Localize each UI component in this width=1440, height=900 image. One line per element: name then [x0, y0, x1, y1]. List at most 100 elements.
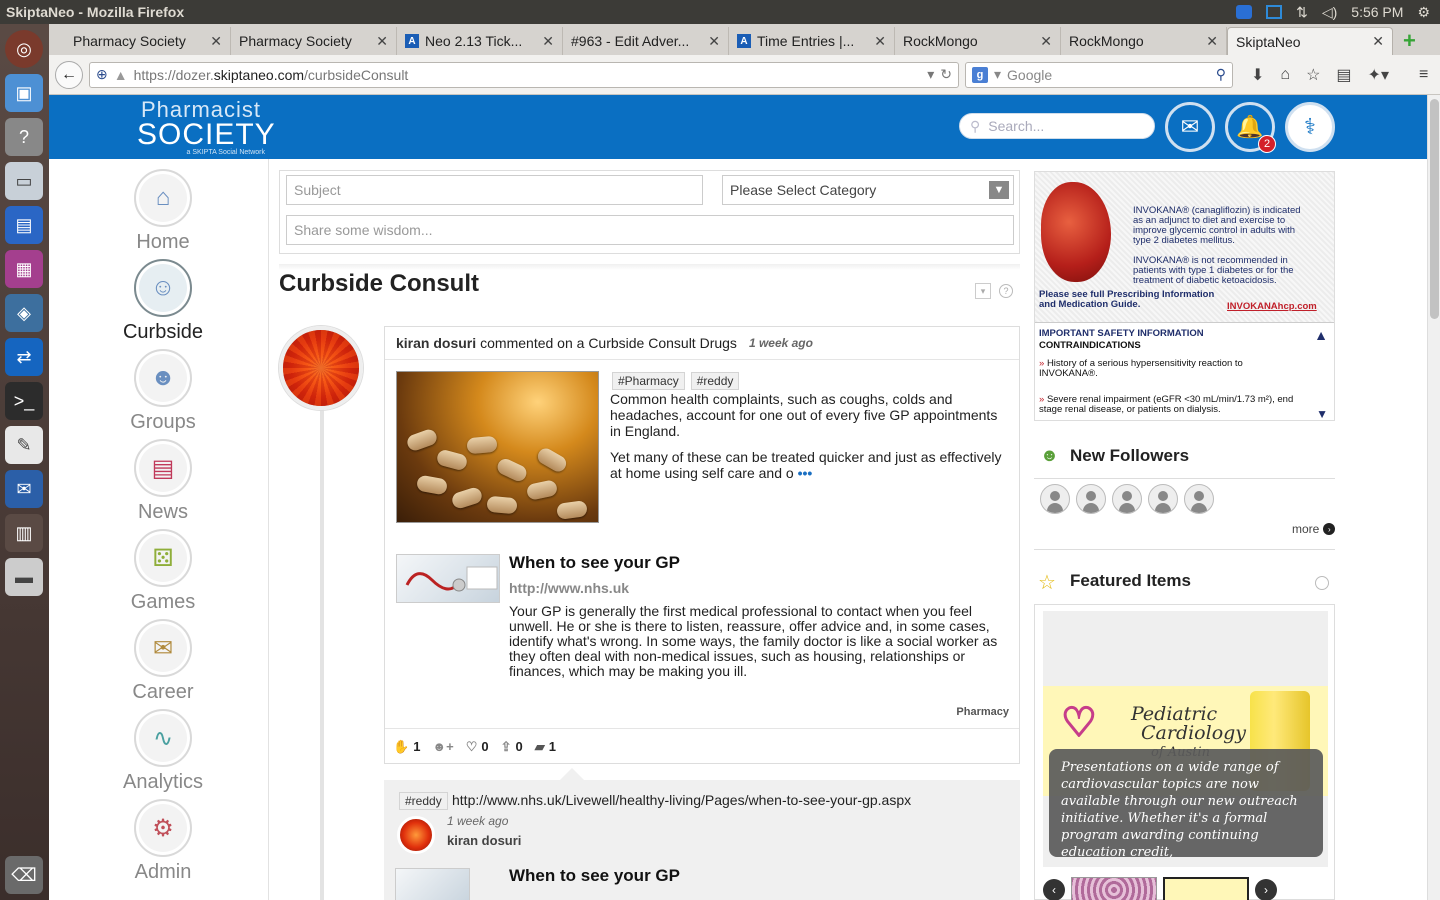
close-icon[interactable]: ✕ — [1372, 33, 1384, 50]
help-icon[interactable] — [1315, 576, 1329, 590]
profile-caduceus-icon[interactable]: ⚕ — [1285, 102, 1335, 152]
filter-dropdown-icon[interactable]: ▾ — [975, 283, 991, 299]
gear-icon[interactable]: ⚙ — [1417, 4, 1430, 21]
address-bar[interactable]: ⊕ ▲ https://dozer.skiptaneo.com/curbside… — [89, 61, 959, 88]
close-icon[interactable]: ✕ — [1040, 33, 1052, 50]
browser-tab[interactable]: A Neo 2.13 Tick... ✕ — [397, 27, 563, 55]
commenter-name[interactable]: kiran dosuri — [447, 833, 521, 848]
new-tab-icon[interactable]: + — [1393, 27, 1426, 55]
post-category[interactable]: Pharmacy — [956, 706, 1009, 718]
agree-button[interactable]: ✋ 1 — [393, 739, 420, 755]
browser-tab[interactable]: RockMongo ✕ — [1061, 27, 1227, 55]
ubuntu-dash-icon[interactable]: ◎ — [5, 30, 43, 68]
chevron-left-icon[interactable]: ‹ — [1043, 879, 1065, 900]
comment-link-image[interactable] — [395, 868, 470, 900]
help-icon[interactable]: ? — [999, 284, 1013, 298]
close-icon[interactable]: ✕ — [376, 33, 388, 50]
dropbox-icon[interactable] — [1236, 5, 1253, 19]
comment-url-link[interactable]: http://www.nhs.uk/Livewell/healthy-livin… — [452, 792, 911, 808]
nav-item-games[interactable]: ⚄ Games — [83, 529, 243, 614]
nav-item-admin[interactable]: ⚙ Admin — [83, 799, 243, 884]
trash-icon[interactable]: ⌫ — [5, 856, 43, 894]
dropdown-arrow-icon[interactable]: ▾ — [927, 66, 934, 83]
followers-more-link[interactable]: more › — [1292, 522, 1336, 536]
addon-icon[interactable]: ✦▾ — [1368, 65, 1389, 85]
carousel-thumb[interactable] — [1163, 877, 1249, 900]
messages-chat-icon[interactable]: ✉ — [1165, 102, 1215, 152]
network-icon[interactable]: ⇅ — [1296, 4, 1308, 21]
mail-icon[interactable] — [1266, 5, 1283, 19]
link-preview-image[interactable] — [396, 554, 500, 603]
cube-app-icon[interactable]: ▣ — [5, 74, 43, 112]
post-author-link[interactable]: kiran dosuri — [396, 335, 476, 351]
browser-tab[interactable]: Pharmacy Society ✕ — [231, 27, 397, 55]
ad-scroll-up-icon[interactable]: ▲ — [1314, 327, 1328, 343]
share-button[interactable]: ⇪ 0 — [501, 739, 523, 755]
featured-slide[interactable]: ♡ Pediatric Cardiology of Austin Present… — [1043, 611, 1328, 867]
wisdom-textarea[interactable]: Share some wisdom... — [286, 215, 1014, 245]
search-engine-dropdown-icon[interactable]: ▾ — [994, 66, 1001, 83]
impress-icon[interactable]: ▦ — [5, 250, 43, 288]
browser-search-input[interactable]: Google — [1007, 67, 1210, 83]
subject-input[interactable]: Subject — [286, 175, 703, 205]
nav-item-home[interactable]: ⌂ Home — [83, 169, 243, 254]
thunderbird-icon[interactable]: ✉ — [5, 470, 43, 508]
close-icon[interactable]: ✕ — [708, 33, 720, 50]
nav-item-news[interactable]: ▤ News — [83, 439, 243, 524]
comment-tag-reddy[interactable]: #reddy — [399, 792, 448, 810]
follower-avatar[interactable] — [1040, 484, 1070, 514]
like-button[interactable]: ♡ 0 — [466, 739, 489, 755]
bookmark-star-icon[interactable]: ☆ — [1306, 65, 1320, 85]
nav-item-career[interactable]: ✉ Career — [83, 619, 243, 704]
follower-avatar[interactable] — [1148, 484, 1178, 514]
terminal-icon[interactable]: >_ — [5, 382, 43, 420]
menu-icon[interactable]: ≡ — [1419, 66, 1428, 84]
site-search-input[interactable]: ⚲ Search... — [959, 113, 1155, 139]
reload-icon[interactable]: ↻ — [940, 66, 952, 83]
invokana-ad[interactable]: INVOKANA® (canagliflozin) is indicated a… — [1034, 171, 1335, 421]
teamviewer-icon[interactable]: ⇄ — [5, 338, 43, 376]
link-preview-url[interactable]: http://www.nhs.uk — [509, 580, 629, 596]
search-icon[interactable]: ⚲ — [1216, 66, 1226, 83]
browser-tab[interactable]: A Time Entries |... ✕ — [729, 27, 895, 55]
author-avatar[interactable] — [279, 326, 363, 410]
ad-scroll-down-icon[interactable]: ▼ — [1316, 407, 1328, 420]
writer-icon[interactable]: ▤ — [5, 206, 43, 244]
post-image-pills[interactable] — [396, 371, 599, 523]
workspace-switcher-icon[interactable]: ▥ — [5, 514, 43, 552]
follower-avatar[interactable] — [1112, 484, 1142, 514]
page-scrollbar[interactable] — [1427, 95, 1440, 900]
text-editor-icon[interactable]: ✎ — [5, 426, 43, 464]
close-icon[interactable]: ✕ — [874, 33, 886, 50]
back-arrow-icon[interactable]: ← — [55, 60, 83, 89]
chevron-right-icon[interactable]: › — [1255, 879, 1277, 900]
read-more-link[interactable]: ••• — [798, 465, 813, 481]
browser-tab[interactable]: RockMongo ✕ — [895, 27, 1061, 55]
site-identity-icon[interactable]: ⊕ — [96, 66, 108, 83]
drive-icon[interactable]: ▬ — [5, 558, 43, 596]
bookmarks-list-icon[interactable]: ▤ — [1336, 65, 1351, 85]
follow-button[interactable]: ☻+ — [432, 739, 453, 754]
nav-item-curbside[interactable]: ☺ Curbside — [83, 259, 243, 344]
notifications-bell-icon[interactable]: 🔔 2 — [1225, 102, 1276, 153]
volume-icon[interactable]: ◁) — [1322, 4, 1337, 21]
scrollbar-thumb[interactable] — [1430, 99, 1439, 319]
browser-tab[interactable]: Pharmacy Society ✕ — [65, 27, 231, 55]
comment-button[interactable]: ▰ 1 — [535, 739, 556, 755]
tag-reddy[interactable]: #reddy — [690, 372, 740, 390]
clock[interactable]: 5:56 PM — [1351, 4, 1403, 20]
tag-pharmacy[interactable]: #Pharmacy — [612, 372, 685, 390]
category-select[interactable]: Please Select Category ▼ — [722, 175, 1014, 205]
mysql-workbench-icon[interactable]: ◈ — [5, 294, 43, 332]
browser-tab[interactable]: #963 - Edit Adver... ✕ — [563, 27, 729, 55]
download-icon[interactable]: ⬇ — [1251, 65, 1264, 85]
close-icon[interactable]: ✕ — [1206, 33, 1218, 50]
site-logo[interactable]: Pharmacist SOCIETY a SKIPTA Social Netwo… — [137, 99, 275, 157]
close-icon[interactable]: ✕ — [542, 33, 554, 50]
follower-avatar[interactable] — [1076, 484, 1106, 514]
unknown-app-icon[interactable]: ? — [5, 118, 43, 156]
google-engine-icon[interactable]: g — [972, 66, 988, 83]
comment-link-title[interactable]: When to see your GP — [509, 866, 680, 886]
commenter-avatar[interactable] — [397, 816, 435, 854]
close-icon[interactable]: ✕ — [210, 33, 222, 50]
